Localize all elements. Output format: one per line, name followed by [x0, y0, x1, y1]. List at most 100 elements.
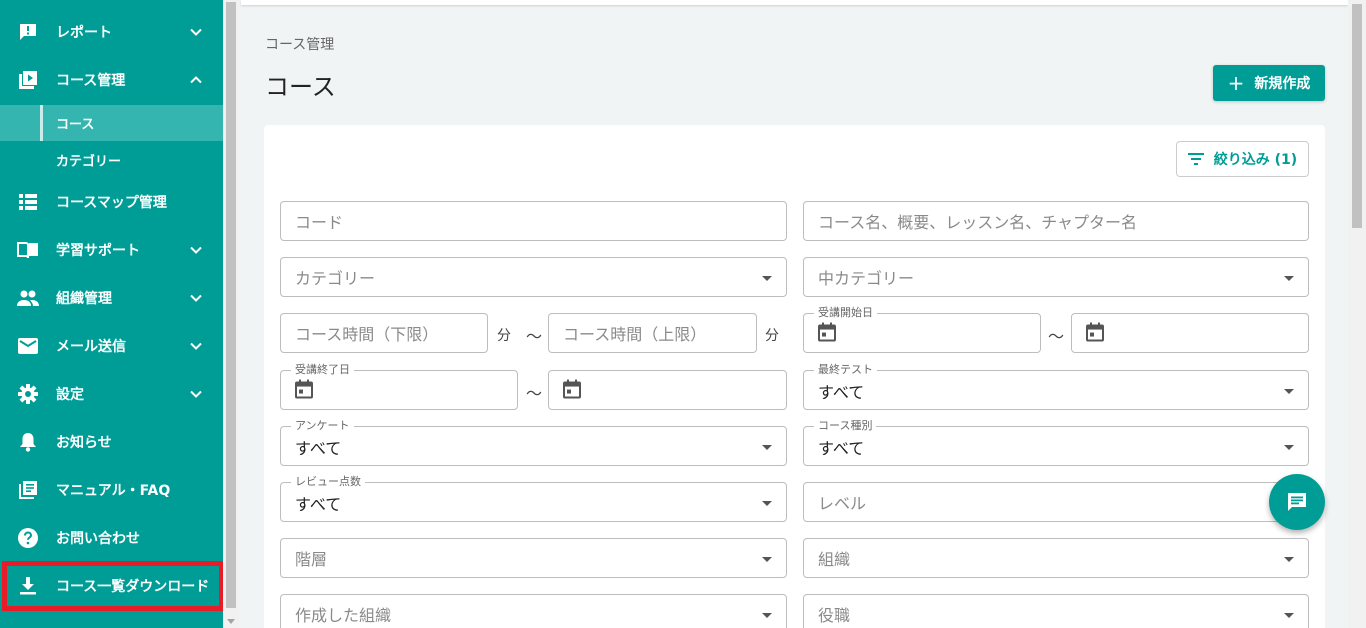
final-test-label: 最終テスト — [814, 363, 877, 377]
sidebar-item-mail[interactable]: メール送信 — [0, 324, 223, 368]
new-course-button-label: 新規作成 — [1254, 76, 1311, 92]
sidebar-item-label: レポート — [56, 25, 112, 41]
course-time-min-placeholder: コース時間（下限） — [295, 325, 439, 344]
sidebar-item-report[interactable]: レポート — [0, 10, 223, 54]
bell-icon — [17, 431, 39, 453]
chat-icon — [1288, 493, 1306, 511]
review-score-select[interactable]: レビュー点数 すべて — [280, 475, 787, 522]
range-tilde: 〜 — [526, 384, 543, 403]
sidebar-subitem-category[interactable]: カテゴリー — [0, 142, 223, 178]
page-title: コース — [265, 73, 336, 101]
course-time-min-input[interactable]: コース時間（下限） — [280, 313, 488, 353]
survey-label: アンケート — [291, 419, 354, 433]
organization-select-placeholder: 組織 — [818, 550, 851, 569]
chevron-down-icon — [190, 28, 202, 36]
dropdown-arrow-icon — [762, 501, 772, 506]
sidebar-item-label: 学習サポート — [56, 243, 140, 259]
dropdown-arrow-icon — [762, 276, 772, 281]
level-select-placeholder: レベル — [818, 494, 867, 513]
review-score-label: レビュー点数 — [291, 475, 365, 489]
course-type-select[interactable]: コース種別 すべて — [803, 419, 1309, 466]
filter-icon — [1187, 153, 1204, 165]
start-date-from-input[interactable]: 受講開始日 — [803, 306, 1041, 353]
sidebar-item-organization[interactable]: 組織管理 — [0, 276, 223, 320]
sidebar-item-learning-support[interactable]: 学習サポート — [0, 228, 223, 272]
people-icon — [17, 287, 39, 309]
new-course-button[interactable]: + 新規作成 — [1213, 65, 1325, 101]
dropdown-arrow-icon — [762, 557, 772, 562]
end-date-to-input[interactable] — [548, 370, 787, 410]
calendar-icon[interactable] — [295, 379, 313, 399]
sidebar-item-label: 設定 — [56, 387, 84, 403]
subcategory-select[interactable]: 中カテゴリー — [803, 257, 1309, 297]
page-scrollbar[interactable] — [1348, 0, 1366, 628]
created-organization-select[interactable]: 作成した組織 — [280, 594, 787, 628]
sidebar-subitem-label: カテゴリー — [56, 154, 122, 170]
start-date-to-input[interactable] — [1071, 313, 1309, 353]
organization-select[interactable]: 組織 — [803, 538, 1309, 578]
course-time-max-placeholder: コース時間（上限） — [563, 325, 707, 344]
dropdown-arrow-icon — [762, 445, 772, 450]
calendar-icon[interactable] — [563, 379, 581, 399]
range-tilde: 〜 — [1048, 327, 1065, 346]
level-select[interactable]: レベル — [803, 482, 1309, 522]
category-select-placeholder: カテゴリー — [295, 269, 376, 288]
minutes-unit: 分 — [497, 328, 511, 344]
sidebar-item-label: メール送信 — [56, 339, 126, 355]
category-select[interactable]: カテゴリー — [280, 257, 787, 297]
minutes-unit: 分 — [765, 328, 779, 344]
survey-select[interactable]: アンケート すべて — [280, 419, 787, 466]
sidebar-item-label: お知らせ — [56, 435, 112, 451]
end-date-label: 受講終了日 — [291, 363, 354, 377]
sidebar-item-course-map[interactable]: コースマップ管理 — [0, 180, 223, 224]
calendar-icon[interactable] — [818, 322, 836, 342]
sidebar-subitem-course[interactable]: コース — [0, 105, 223, 141]
scroll-down-arrow-icon[interactable] — [227, 619, 235, 624]
chat-button[interactable] — [1269, 474, 1325, 530]
course-time-max-input[interactable]: コース時間（上限） — [548, 313, 757, 353]
help-icon — [17, 527, 39, 549]
dropdown-arrow-icon — [1284, 613, 1294, 618]
sidebar-item-label: マニュアル・FAQ — [56, 483, 171, 499]
range-tilde: 〜 — [526, 327, 543, 346]
scrollbar-thumb[interactable] — [226, 2, 236, 608]
start-date-label: 受講開始日 — [814, 306, 877, 320]
top-bar — [241, 0, 1348, 5]
review-score-value: すべて — [295, 495, 342, 515]
dropdown-arrow-icon — [762, 613, 772, 618]
sidebar-item-course-management[interactable]: コース管理 — [0, 58, 223, 102]
gear-icon — [17, 383, 39, 405]
scrollbar-thumb[interactable] — [1352, 4, 1362, 228]
chevron-down-icon — [190, 246, 202, 254]
sidebar-item-label: 組織管理 — [56, 291, 112, 307]
course-type-label: コース種別 — [814, 419, 877, 433]
sidebar-item-label: コース一覧ダウンロード — [56, 579, 210, 595]
keyword-input-placeholder: コース名、概要、レッスン名、チャプター名 — [818, 213, 1138, 232]
sidebar-item-course-download[interactable]: コース一覧ダウンロード — [0, 564, 223, 608]
position-select[interactable]: 役職 — [803, 594, 1309, 628]
end-date-from-input[interactable]: 受講終了日 — [280, 363, 518, 410]
sidebar-item-notifications[interactable]: お知らせ — [0, 420, 223, 464]
dropdown-arrow-icon — [1284, 276, 1294, 281]
breadcrumb[interactable]: コース管理 — [265, 34, 334, 54]
survey-value: すべて — [295, 439, 342, 459]
calendar-icon[interactable] — [1086, 322, 1104, 342]
sidebar-item-contact[interactable]: お問い合わせ — [0, 516, 223, 560]
dropdown-arrow-icon — [1284, 445, 1294, 450]
final-test-select[interactable]: 最終テスト すべて — [803, 363, 1309, 410]
sidebar-item-settings[interactable]: 設定 — [0, 372, 223, 416]
list-icon — [17, 191, 39, 213]
hierarchy-select[interactable]: 階層 — [280, 538, 787, 578]
sidebar: レポート コース管理 コース カテゴリー コースマップ管理 学習サポート 組織管… — [0, 0, 223, 628]
sidebar-item-manual-faq[interactable]: マニュアル・FAQ — [0, 468, 223, 512]
chevron-up-icon — [190, 76, 202, 84]
final-test-value: すべて — [818, 383, 865, 403]
sidebar-scrollbar[interactable] — [223, 0, 239, 628]
plus-icon: + — [1227, 71, 1245, 95]
code-input[interactable]: コード — [280, 201, 787, 241]
sidebar-item-label: コース管理 — [56, 73, 126, 89]
keyword-input[interactable]: コース名、概要、レッスン名、チャプター名 — [803, 201, 1309, 241]
created-organization-placeholder: 作成した組織 — [295, 606, 392, 625]
sidebar-item-label: コースマップ管理 — [56, 195, 167, 211]
filter-button[interactable]: 絞り込み (1) — [1176, 141, 1309, 177]
